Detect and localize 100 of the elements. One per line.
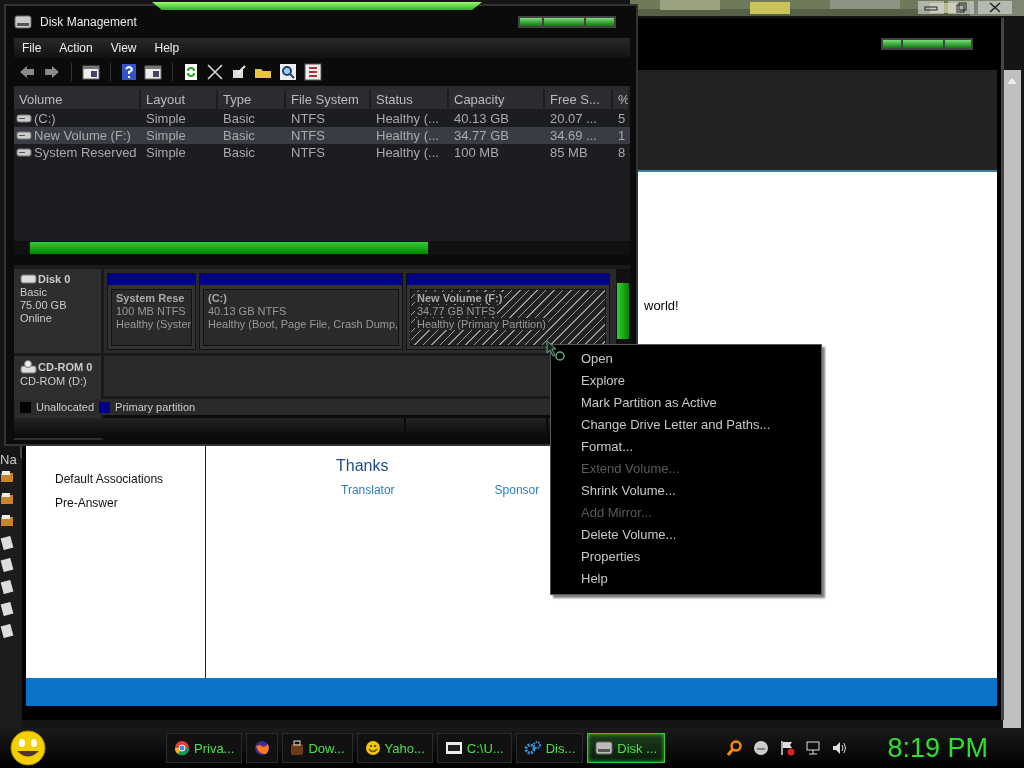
link[interactable]: Translator (341, 483, 395, 497)
restore-button[interactable] (948, 1, 974, 14)
console-icon[interactable] (444, 741, 463, 755)
sidebar-item[interactable]: Pre-Answer (55, 496, 205, 510)
column-header[interactable]: Status (371, 89, 449, 109)
legend-label: Unallocated (36, 401, 95, 414)
drive-icon[interactable] (595, 740, 614, 756)
body-text: world! (644, 298, 679, 313)
flag-icon[interactable] (779, 740, 796, 756)
link[interactable]: Sponsor (494, 483, 540, 497)
taskbar-button[interactable]: Disk ... (587, 733, 666, 763)
table-row[interactable]: System Reserved Simple Basic NTFS Healthy (... 100 MB 85 MB 8 (14, 143, 630, 161)
delete-icon[interactable] (206, 62, 224, 81)
partition-block[interactable]: System Rese 100 MB NTFS Healthy (Syster (107, 273, 196, 351)
menu-item[interactable]: Change Drive Letter and Paths... (551, 414, 821, 436)
legend-label: Primary partition (115, 401, 196, 414)
globe-icon[interactable] (254, 740, 271, 756)
table-cell-text: Healthy (... (375, 110, 440, 126)
window-title: Disk Management (40, 14, 137, 29)
taskbar-button[interactable]: C:\U... (436, 733, 512, 763)
menu-item[interactable]: File (22, 40, 42, 55)
start-smiley-icon[interactable] (8, 729, 48, 767)
folder-icon[interactable] (0, 514, 14, 528)
desktop-label: Na (0, 452, 17, 467)
table-cell-text: Basic (222, 127, 256, 143)
disk-label[interactable]: Disk 0 Basic 75.00 GB Online (14, 269, 104, 354)
folder-icon[interactable] (0, 470, 14, 484)
speaker-icon[interactable] (831, 740, 848, 756)
edit-icon[interactable] (231, 63, 247, 80)
partition-block[interactable]: New Volume (F:) 34.77 GB NTFS Healthy (Primary Partition) (406, 273, 610, 351)
partition-title: System Rese (116, 292, 185, 305)
drive-icon (16, 146, 32, 159)
magnifier-icon[interactable] (279, 62, 297, 81)
menu-item[interactable]: View (110, 40, 137, 55)
minimize-button[interactable] (918, 1, 944, 14)
heading: Thanks (336, 457, 389, 475)
menu-item[interactable]: Properties (551, 546, 821, 568)
menu-item[interactable]: Action (59, 40, 93, 55)
folder-icon[interactable] (0, 492, 14, 506)
partition-status: Healthy (Syster (116, 318, 191, 331)
table-cell: System Reserved (34, 144, 137, 160)
search-icon[interactable] (727, 740, 744, 756)
menu-item[interactable]: Help (154, 40, 180, 55)
document-icon[interactable] (0, 580, 14, 594)
taskbar-button[interactable] (246, 733, 279, 763)
document-icon[interactable] (0, 602, 14, 616)
menu-item[interactable]: Shrink Volume... (551, 480, 821, 502)
forward-icon[interactable] (43, 63, 61, 80)
panel-icon[interactable] (144, 63, 162, 80)
refresh-icon[interactable] (183, 62, 199, 81)
taskbar-button[interactable]: Yaho... (356, 733, 433, 763)
gear-icon[interactable] (523, 740, 542, 756)
menu-item[interactable]: Mark Partition as Active (551, 392, 821, 414)
table-cell-text: 1 (617, 127, 627, 143)
document-icon[interactable] (0, 536, 14, 550)
table-cell-text: 40.13 GB (453, 110, 510, 126)
window-controls[interactable] (518, 15, 616, 28)
scrollbar[interactable] (14, 241, 630, 256)
document-icon[interactable] (0, 558, 14, 572)
table-row[interactable]: (C:) Simple Basic NTFS Healthy (... 40.13 GB 20.07 ... 5 (14, 109, 630, 127)
table-cell-text: Healthy (... (375, 144, 440, 160)
bag-icon[interactable] (290, 740, 305, 756)
properties-icon[interactable] (304, 62, 322, 81)
close-button[interactable] (978, 1, 1012, 14)
partition-size: 40.13 GB NTFS (208, 305, 287, 318)
menu-item[interactable]: Help (551, 568, 821, 590)
window-controls[interactable] (881, 38, 973, 50)
table-cell-text: Basic (222, 110, 256, 126)
table-cell-text: 20.07 ... (549, 110, 598, 126)
help-icon[interactable] (121, 62, 137, 81)
network-icon[interactable] (805, 740, 822, 756)
smiley-icon[interactable] (364, 740, 381, 756)
disk-detail: 75.00 GB (20, 299, 68, 312)
column-header[interactable]: Capacity (449, 89, 545, 109)
document-icon[interactable] (0, 624, 14, 638)
table-cell-text: NTFS (290, 127, 326, 143)
menu-item[interactable]: Explore (551, 370, 821, 392)
partition-status: Healthy (Boot, Page File, Crash Dump, (208, 318, 398, 331)
column-header[interactable]: Free S... (545, 89, 613, 109)
globe-icon[interactable] (174, 740, 190, 756)
column-header[interactable]: Volume (14, 89, 141, 109)
disk-name: Disk 0 (38, 273, 71, 286)
taskbar-button[interactable]: Dis... (515, 733, 584, 763)
table-cell-text: Simple (145, 110, 187, 126)
back-icon[interactable] (18, 63, 36, 80)
menu-item[interactable]: Format... (551, 436, 821, 458)
taskbar-button[interactable]: Dow... (282, 733, 353, 763)
taskbar-button[interactable]: Priva... (166, 733, 243, 763)
drive-icon (14, 13, 32, 30)
menu-item[interactable]: Delete Volume... (551, 524, 821, 546)
column-header[interactable]: File System (286, 89, 371, 109)
menu-item[interactable]: Open (551, 348, 821, 370)
column-header[interactable]: Layout (141, 89, 218, 109)
partition-block[interactable]: (C:) 40.13 GB NTFS Healthy (Boot, Page File, Crash Dump, (199, 273, 403, 351)
table-cell-text: 5 (617, 110, 627, 126)
table-cell-text: Simple (145, 127, 187, 143)
sidebar-item[interactable]: Default Associations (55, 472, 205, 486)
column-header[interactable]: Type (218, 89, 286, 109)
panel-icon[interactable] (82, 63, 100, 80)
table-row[interactable]: New Volume (F:) Simple Basic NTFS Healthy (... 34.77 GB 34.69 ... 1 (14, 126, 630, 144)
